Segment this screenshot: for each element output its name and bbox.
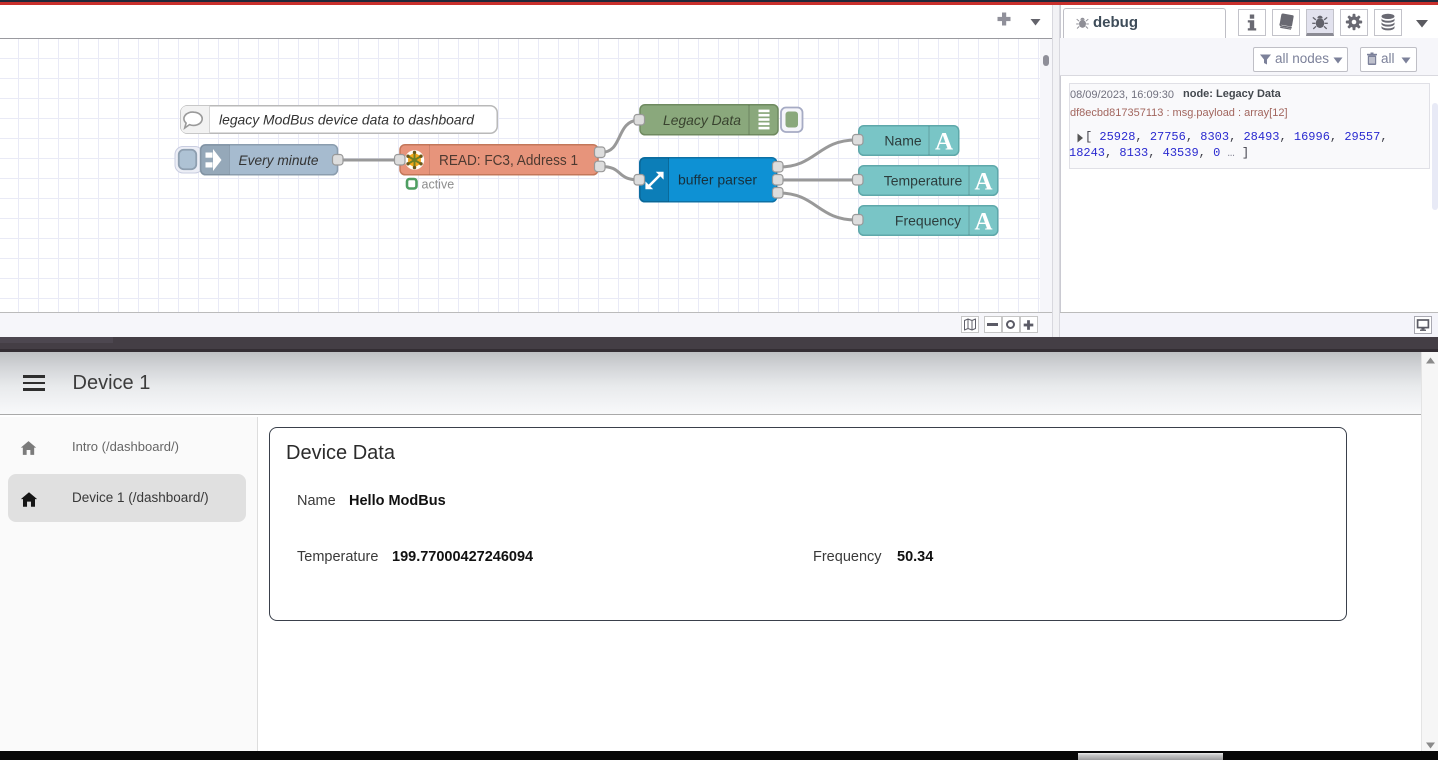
svg-text:A: A	[974, 169, 992, 196]
svg-text:A: A	[935, 129, 953, 156]
svg-text:Temperature: Temperature	[884, 172, 963, 188]
svg-text:Name: Name	[884, 132, 922, 148]
svg-text:A: A	[974, 209, 992, 236]
svg-text:Every minute: Every minute	[239, 152, 319, 168]
svg-text:legacy ModBus device data to d: legacy ModBus device data to dashboard	[219, 112, 475, 128]
svg-text:Legacy Data: Legacy Data	[663, 112, 741, 128]
svg-text:READ: FC3, Address 1: READ: FC3, Address 1	[439, 153, 578, 169]
svg-text:active: active	[422, 177, 455, 191]
svg-text:Frequency: Frequency	[895, 212, 961, 228]
svg-text:buffer parser: buffer parser	[678, 171, 757, 187]
